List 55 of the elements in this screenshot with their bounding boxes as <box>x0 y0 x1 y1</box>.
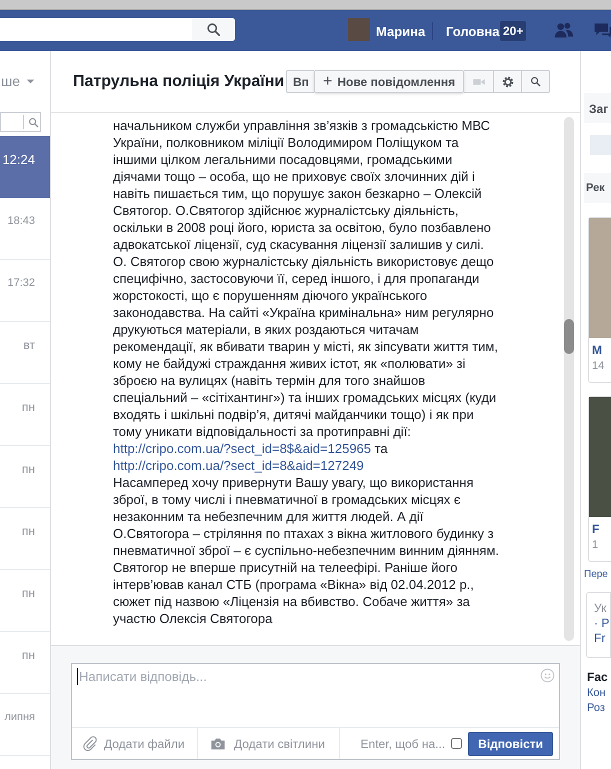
gear-icon <box>500 74 515 88</box>
reply-button[interactable]: Відповісти <box>468 732 553 756</box>
box-text[interactable]: Fr <box>594 631 610 646</box>
ad-subtitle: 1 <box>591 538 600 553</box>
conversation-item[interactable]: 12:24 <box>0 136 50 198</box>
section-header: Рек <box>584 173 611 203</box>
friends-icon[interactable] <box>553 20 575 40</box>
conversation-time: пн <box>22 461 35 477</box>
conversation-time: 18:43 <box>7 214 35 229</box>
message-paragraph: начальником служби управління зв’язків з громадськістю МВС України, полковником міліції Володимиром Поліщуком та іншими цілком легальними посадовцями, громадськими діячами тощо – особа, що не приховує своїх злочинних дій і навіть пишається тим, що порушує закон безкарно – Олексій Святогор. О.Святогор здійснює журналістську діяльність, оскільки в 2008 році його, юриста за освітою, було позбавлено адвокатської ліцензії, суд скасування ліцензії залишив у силі. <box>113 117 492 253</box>
message-paragraph: О. Святогор свою журналістську діяльність використовує дещо специфічно, застосовуючи її, серед іншого, і для пропаганди жорстокості, що є порушенням діючого українського законодавства. На сайті «Україна кримінальна» ним регулярно друкуються матеріали, в яких роздаються читачам рекомендації, як вбивати тварин у місті, як зіпсувати життя тим, кому не байдужі страждання живих істот, як «полювати» зі зброєю на вулицях (навіть термін для того знайшов спеціальний – «сітіхантинг») та інших громадських місцях (куди входять і шкільні подвір’я, дитячі майданчики тощо) і як при тому уникати відповідальності за протиправні дії: http://cripo.com.ua/?sect_id=8$&aid=125965 та http://cripo.com.ua/?sect_id=8&aid=127249 <box>113 253 499 474</box>
enter-to-send-label: Enter, щоб на... <box>360 736 446 752</box>
conversation-title: Патрульна поліція України <box>73 72 286 92</box>
footer-link[interactable]: Роз <box>584 701 611 716</box>
camera-icon <box>209 736 227 752</box>
conversation-time: пн <box>22 585 35 601</box>
message-link[interactable]: http://cripo.com.ua/?sect_id=8&aid=127249 <box>113 458 364 473</box>
conversation-time: пн <box>22 647 35 663</box>
search-field[interactable] <box>0 112 41 132</box>
enter-to-send-checkbox[interactable] <box>451 738 462 749</box>
footer-title: Fac <box>586 669 609 686</box>
box-text[interactable]: · Р <box>594 616 610 631</box>
message-paragraph: Насамперед хочу привернути Вашу увагу, що використання зброї, в тому числі і пневматичної в громадських місцях є незаконним та небезпечним для життя людей. А дії О.Святогора – стріляння по птахах з вікна житлового будинку з пневматичної зброї – є суспільно-небезпечним винним діянням. <box>113 474 500 559</box>
settings-button[interactable] <box>493 70 522 93</box>
scrollbar-track[interactable] <box>564 117 574 641</box>
toolbar-button[interactable]: Вп <box>286 70 314 93</box>
section-header: Заг <box>584 93 611 123</box>
paperclip-icon <box>82 736 98 752</box>
conversation-time: пн <box>22 523 35 539</box>
ad-card[interactable]: М 14 <box>588 217 611 383</box>
ad-subtitle: 14 <box>591 359 606 374</box>
conversation-time: 12:24 <box>2 152 35 169</box>
conversation-time: вт <box>23 337 35 353</box>
new-message-button[interactable]: + Нове повідомлення <box>314 70 464 93</box>
more-link[interactable]: Пере <box>584 567 611 582</box>
reply-input[interactable]: Написати відповідь... <box>77 668 540 685</box>
conversation-time: 17:32 <box>7 276 35 291</box>
search-icon <box>530 76 542 87</box>
scrollbar-thumb[interactable] <box>564 319 574 354</box>
smiley-icon[interactable] <box>540 668 555 683</box>
search-field[interactable] <box>0 18 235 41</box>
ad-title[interactable]: М <box>589 338 611 358</box>
conversation-time: липня <box>4 710 35 725</box>
message-paragraph: Святогор не вперше присутній на телеефірі. Раніше його інтерв’ював канал СТБ (програма «Вікна» від 02.04.2012 р., сюжет під назвою «Ліцензія на вбивство. Собаче життя» за участю Олексія Святогора <box>113 559 475 627</box>
ad-card[interactable]: F 1 <box>588 396 611 562</box>
ad-title[interactable]: F <box>589 517 611 537</box>
notification-badge: 20+ <box>500 21 526 41</box>
box-text: Ук <box>594 601 608 616</box>
user-name[interactable]: Марина <box>376 22 426 42</box>
search-button[interactable] <box>522 70 550 93</box>
footer-link[interactable]: Кон <box>584 686 611 701</box>
search-icon[interactable] <box>206 22 221 37</box>
message-link[interactable]: http://cripo.com.ua/?sect_id=8$&aid=125965 <box>113 441 372 456</box>
conversation-time: пн <box>22 399 35 415</box>
home-link[interactable]: Головна <box>446 22 500 42</box>
